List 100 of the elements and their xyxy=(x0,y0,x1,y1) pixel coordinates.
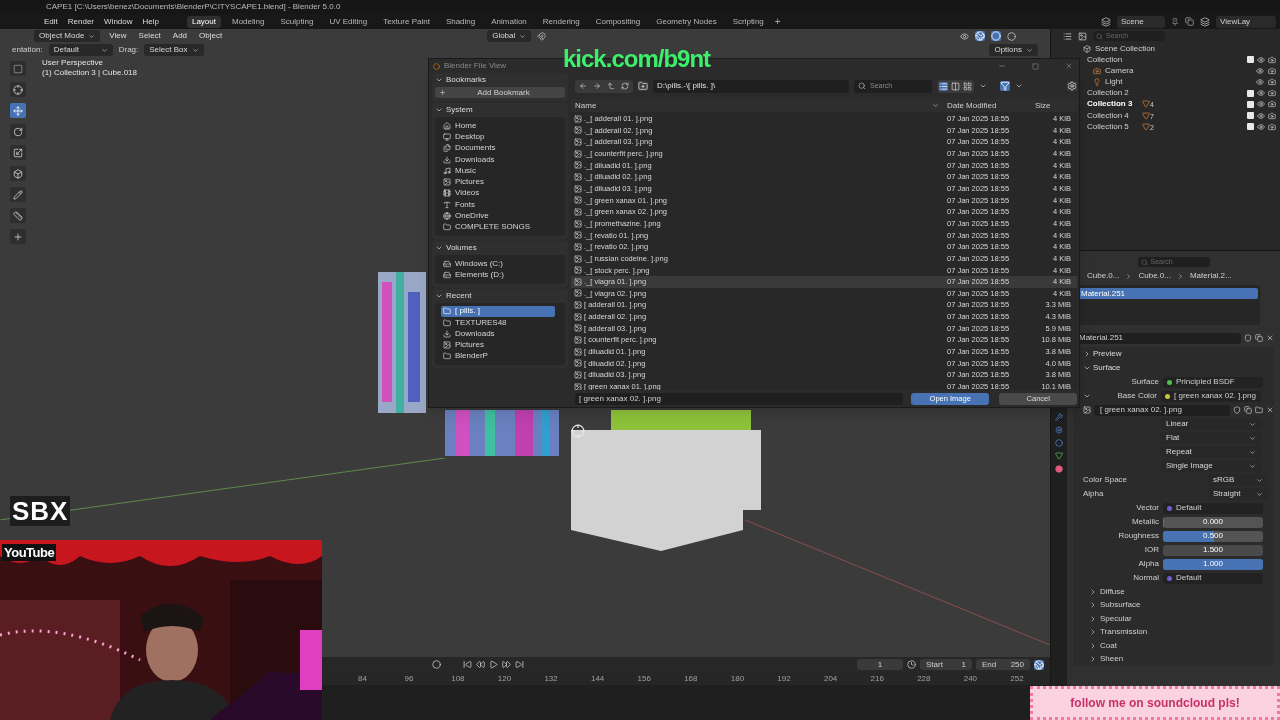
section-header[interactable]: Recent xyxy=(446,289,472,302)
next-keyframe-icon[interactable] xyxy=(502,660,511,669)
checkbox[interactable] xyxy=(1247,123,1254,131)
place-item[interactable]: BlenderP xyxy=(441,350,555,363)
workspace-tab[interactable]: Sculpting xyxy=(275,15,319,28)
image-name-field[interactable]: [ green xanax 02. ].png xyxy=(1094,404,1230,416)
outliner-item[interactable]: Collection 5 xyxy=(1087,120,1139,133)
render-icon[interactable] xyxy=(1268,122,1276,131)
mode-dropdown[interactable]: Object Mode xyxy=(34,30,101,42)
workspace-tab[interactable]: Layout xyxy=(186,15,221,28)
forward-icon[interactable] xyxy=(593,82,601,90)
checkbox[interactable] xyxy=(1247,100,1254,108)
jump-start-icon[interactable] xyxy=(463,660,472,669)
eye-icon[interactable] xyxy=(1257,89,1265,98)
eye-icon[interactable] xyxy=(1256,66,1264,75)
chevron-down-icon[interactable] xyxy=(435,76,443,84)
menu-item[interactable]: Select xyxy=(135,30,164,42)
place-item[interactable]: Pictures xyxy=(441,339,555,351)
keying-icon[interactable] xyxy=(1034,659,1044,670)
shading-icon[interactable] xyxy=(1007,31,1016,41)
copy-icon[interactable] xyxy=(1185,17,1194,26)
unlink-icon[interactable] xyxy=(1266,334,1274,342)
workspace-tab[interactable]: UV Editing xyxy=(324,15,373,28)
workspace-tab[interactable]: Scripting xyxy=(727,15,769,28)
menu-item[interactable]: Render xyxy=(65,15,97,28)
outliner-item[interactable]: Scene Collection xyxy=(1095,42,1156,55)
end-frame-field[interactable]: End 250 xyxy=(976,659,1030,670)
workspace-tab[interactable]: Geometry Nodes xyxy=(651,15,722,28)
place-item[interactable]: Home xyxy=(441,120,555,132)
new-folder-icon[interactable] xyxy=(638,81,648,91)
chevron-right-icon[interactable] xyxy=(1083,350,1091,358)
place-item[interactable]: Pictures xyxy=(441,176,555,188)
eye-icon[interactable] xyxy=(1257,100,1265,109)
outliner-item[interactable]: Collection 3 xyxy=(1087,98,1139,111)
menu-item[interactable]: Add xyxy=(169,30,191,42)
chevron-right-icon[interactable] xyxy=(1089,587,1097,596)
place-item[interactable]: [ pills. ] xyxy=(441,305,555,317)
place-item[interactable]: TEXTURES48 xyxy=(441,316,555,329)
section-header[interactable]: Volumes xyxy=(446,241,477,254)
scene-field[interactable]: Scene xyxy=(1117,15,1165,28)
place-item[interactable]: Downloads xyxy=(441,153,555,166)
folder-icon[interactable] xyxy=(1255,406,1263,414)
list-view-icon[interactable] xyxy=(939,81,948,91)
filename-field[interactable]: [ green xanax 02. ].png xyxy=(575,392,903,405)
overlay-icon[interactable] xyxy=(991,31,1001,41)
chevron-right-icon[interactable] xyxy=(1089,601,1097,610)
render-icon[interactable] xyxy=(1268,111,1276,120)
duplicate-icon[interactable] xyxy=(1244,406,1252,414)
eye-icon[interactable] xyxy=(1256,77,1264,86)
menu-item[interactable]: Edit xyxy=(42,15,60,28)
stopwatch-icon[interactable] xyxy=(907,660,916,669)
panel-header[interactable]: Coat xyxy=(1100,639,1117,652)
place-item[interactable]: Downloads xyxy=(441,328,555,340)
display-mode-icon[interactable] xyxy=(1063,31,1072,41)
place-item[interactable]: Videos xyxy=(441,187,555,200)
dropdown[interactable]: sRGB xyxy=(1208,474,1268,486)
panel-header[interactable]: Diffuse xyxy=(1100,585,1125,598)
tool-button[interactable] xyxy=(10,103,26,118)
dropdown[interactable]: Linear xyxy=(1161,418,1261,430)
checkbox[interactable] xyxy=(1247,89,1254,97)
orientation-dropdown[interactable]: Default xyxy=(48,44,113,56)
duplicate-icon[interactable] xyxy=(1255,334,1263,342)
value-slider[interactable]: 0.500 xyxy=(1163,530,1263,542)
parent-folder-icon[interactable] xyxy=(607,82,615,90)
number-field[interactable]: 1.500 xyxy=(1163,544,1263,556)
outliner-item[interactable]: Collection 4 xyxy=(1087,109,1139,122)
fake-user-icon[interactable] xyxy=(1233,406,1241,414)
fake-user-icon[interactable] xyxy=(1244,334,1252,342)
close-icon[interactable] xyxy=(1065,62,1073,70)
section-header[interactable]: Bookmarks xyxy=(446,74,486,86)
section-header[interactable]: System xyxy=(446,104,473,116)
chevron-down-icon[interactable] xyxy=(1015,82,1023,90)
tool-button[interactable] xyxy=(10,229,26,244)
gear-icon[interactable] xyxy=(1055,426,1063,434)
render-icon[interactable] xyxy=(1268,77,1276,86)
place-item[interactable]: Windows (C:) xyxy=(441,257,555,270)
socket-field[interactable]: Default xyxy=(1163,502,1263,514)
dropdown[interactable]: Straight xyxy=(1208,488,1268,500)
outliner-item[interactable]: Collection xyxy=(1087,53,1139,66)
menu-item[interactable]: Object xyxy=(196,30,226,42)
chevron-right-icon[interactable] xyxy=(1089,655,1097,664)
workspace-tab[interactable]: Modeling xyxy=(227,15,270,28)
menu-item[interactable]: Window xyxy=(102,15,135,28)
place-item[interactable]: Elements (D:) xyxy=(441,269,555,281)
jump-end-icon[interactable] xyxy=(515,660,524,669)
outliner-item[interactable]: Collection 2 xyxy=(1087,87,1139,100)
settings-icon[interactable] xyxy=(1067,81,1077,91)
column-header[interactable]: Date Modified xyxy=(947,99,1035,112)
back-icon[interactable] xyxy=(579,82,587,90)
drag-dropdown[interactable]: Select Box xyxy=(144,44,204,56)
checkbox[interactable] xyxy=(1247,56,1254,64)
outliner-item[interactable]: Camera xyxy=(1105,64,1134,77)
tool-button[interactable] xyxy=(10,61,26,76)
menu-item[interactable]: Help xyxy=(140,15,161,28)
chevron-right-icon[interactable] xyxy=(1089,614,1097,623)
previous-keyframe-icon[interactable] xyxy=(476,660,485,669)
dropdown[interactable]: Flat xyxy=(1161,432,1261,444)
workspace-tab[interactable]: Texture Paint xyxy=(378,15,435,28)
unlink-icon[interactable] xyxy=(1266,406,1274,414)
material-icon[interactable] xyxy=(1055,465,1063,473)
